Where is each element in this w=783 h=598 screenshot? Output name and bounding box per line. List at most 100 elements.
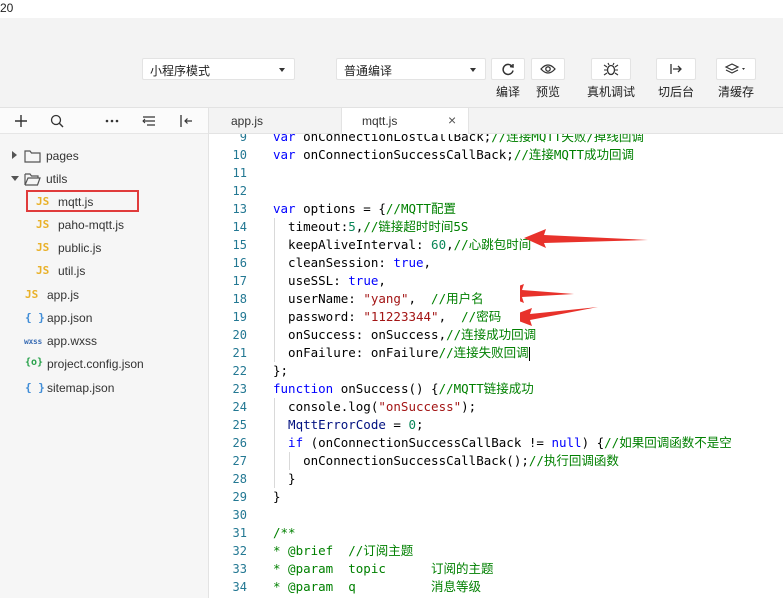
code-token: function: [273, 381, 334, 396]
code-line[interactable]: 19 password: "11223344", //密码: [209, 308, 783, 326]
tree-file-paho-mqtt-js[interactable]: JS paho-mqtt.js: [0, 214, 208, 236]
code-token: //MQTT配置: [385, 201, 457, 216]
code-line[interactable]: 13 var options = {//MQTT配置: [209, 200, 783, 218]
compile-button[interactable]: 编译: [490, 58, 526, 102]
remote-debug-button[interactable]: 真机调试: [586, 58, 636, 102]
tree-file-project-config-json[interactable]: {o} project.config.json: [0, 353, 208, 375]
code-line[interactable]: 23 function onSuccess() {//MQTT链接成功: [209, 380, 783, 398]
code-line[interactable]: 30: [209, 506, 783, 524]
preview-button[interactable]: 预览: [530, 58, 566, 102]
more-icon[interactable]: [104, 113, 120, 129]
code-editor[interactable]: 9 var onConnectionLostCallBack;//连接MQTT失败…: [209, 134, 783, 598]
code-line[interactable]: 25 MqttErrorCode = 0;: [209, 416, 783, 434]
collapse-icon[interactable]: [178, 113, 194, 129]
tree-file-util-js[interactable]: JS util.js: [0, 260, 208, 282]
code-line[interactable]: 15 keepAliveInterval: 60,//心跳包时间: [209, 236, 783, 254]
tab-app-js[interactable]: app.js: [231, 108, 263, 134]
line-number: 30: [232, 508, 247, 522]
add-icon[interactable]: [13, 113, 29, 129]
code-text: useSSL: true,: [273, 272, 386, 290]
clear-cache-button[interactable]: 清缓存: [714, 58, 758, 102]
code-line[interactable]: 20 onSuccess: onSuccess,//连接成功回调: [209, 326, 783, 344]
code-token: //用户名: [431, 291, 484, 306]
tree-file-app-wxss[interactable]: wxss app.wxss: [0, 330, 208, 352]
code-token: 5: [348, 219, 356, 234]
line-number: 18: [232, 292, 247, 306]
json-file-icon: { }: [25, 381, 45, 394]
sort-icon[interactable]: [141, 113, 157, 129]
tree-label: app.wxss: [47, 334, 98, 348]
line-number: 22: [232, 364, 247, 378]
compile-select[interactable]: 普通编译: [336, 58, 486, 80]
code-text: function onSuccess() {//MQTT链接成功: [273, 380, 534, 398]
code-line[interactable]: 16 cleanSession: true,: [209, 254, 783, 272]
selection-highlight-box: [26, 190, 139, 212]
remote-debug-label: 真机调试: [586, 85, 635, 99]
code-line[interactable]: 18 userName: "yang", //用户名: [209, 290, 783, 308]
code-line[interactable]: 27 onConnectionSuccessCallBack();//执行回调函…: [209, 452, 783, 470]
line-number: 9: [239, 134, 247, 144]
code-line[interactable]: 22};: [209, 362, 783, 380]
code-token: }: [273, 471, 296, 486]
eye-icon[interactable]: [531, 58, 565, 80]
js-file-icon: JS: [36, 264, 50, 277]
code-line[interactable]: 24 console.log("onSuccess");: [209, 398, 783, 416]
tab-mqtt-js[interactable]: mqtt.js ×: [341, 108, 469, 135]
code-text: timeout:5,//链接超时时间5S: [273, 218, 468, 236]
line-number: 19: [232, 310, 247, 324]
tree-file-app-json[interactable]: { } app.json: [0, 307, 208, 329]
code-token: //连接失败回调: [438, 345, 529, 360]
code-token: //密码: [461, 309, 502, 324]
code-token: ,: [423, 255, 432, 270]
bug-icon[interactable]: [591, 58, 631, 80]
arrow-icon: [524, 229, 648, 248]
code-line[interactable]: 28 }: [209, 470, 783, 488]
code-text: }: [273, 470, 296, 488]
tree-label: paho-mqtt.js: [58, 218, 125, 232]
code-line[interactable]: 17 useSSL: true,: [209, 272, 783, 290]
code-line[interactable]: 12: [209, 182, 783, 200]
code-line[interactable]: 10 var onConnectionSuccessCallBack;//连接MQ…: [209, 146, 783, 164]
line-number: 17: [232, 274, 247, 288]
tree-file-sitemap-json[interactable]: { } sitemap.json: [0, 377, 208, 399]
code-text: password: "11223344", //密码: [273, 308, 501, 326]
refresh-icon[interactable]: [491, 58, 525, 80]
search-icon[interactable]: [49, 113, 65, 129]
code-token: onConnectionSuccessCallBack();: [273, 453, 529, 468]
mode-select[interactable]: 小程序模式: [142, 58, 295, 80]
code-token: 0: [408, 417, 416, 432]
code-line[interactable]: 33 * @param topic 订阅的主题: [209, 560, 783, 578]
code-text: keepAliveInterval: 60,//心跳包时间: [273, 236, 531, 254]
clear-cache-label: 清缓存: [717, 85, 754, 99]
code-line[interactable]: 34 * @param q 消息等级: [209, 578, 783, 596]
code-line[interactable]: 9 var onConnectionLostCallBack;//连接MQTT失败…: [209, 134, 783, 146]
tree-file-app-js[interactable]: JS app.js: [0, 284, 208, 306]
line-number: 14: [232, 220, 247, 234]
code-token: console.log(: [273, 399, 379, 414]
json-file-icon: { }: [25, 311, 45, 324]
tree-label: app.js: [47, 288, 80, 302]
code-line[interactable]: 11: [209, 164, 783, 182]
folder-open-icon: [24, 172, 41, 189]
editor-tabs: app.js mqtt.js ×: [209, 108, 783, 135]
code-line[interactable]: 32 * @brief //订阅主题: [209, 542, 783, 560]
compile-select-value: 普通编译: [344, 64, 393, 78]
tree-file-public-js[interactable]: JS public.js: [0, 237, 208, 259]
code-token: cleanSession:: [273, 255, 394, 270]
code-line[interactable]: 21 onFailure: onFailure//连接失败回调: [209, 344, 783, 362]
tree-folder-utils[interactable]: utils: [0, 168, 208, 190]
arrow-icon: [520, 284, 574, 303]
code-line[interactable]: 31 /**: [209, 524, 783, 542]
code-line[interactable]: 29}: [209, 488, 783, 506]
line-number: 21: [232, 346, 247, 360]
close-icon[interactable]: ×: [448, 112, 456, 128]
code-token: var: [273, 147, 296, 162]
layers-icon[interactable]: [716, 58, 756, 80]
code-line[interactable]: 14 timeout:5,//链接超时时间5S: [209, 218, 783, 236]
code-token: password:: [273, 309, 364, 324]
switch-background-button[interactable]: 切后台: [655, 58, 697, 102]
code-line[interactable]: 26 if (onConnectionSuccessCallBack != nu…: [209, 434, 783, 452]
code-token: ;: [416, 417, 424, 432]
switch-background-icon[interactable]: [656, 58, 696, 80]
tree-folder-pages[interactable]: pages: [0, 145, 208, 167]
